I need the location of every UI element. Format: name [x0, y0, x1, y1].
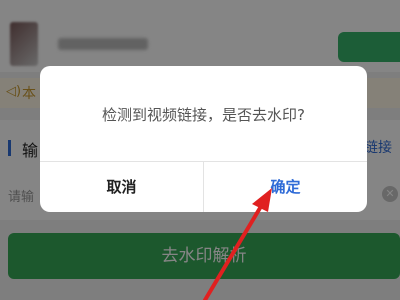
dialog-message: 检测到视频链接，是否去水印?	[102, 106, 305, 124]
confirm-button[interactable]: 确定	[204, 162, 367, 212]
confirm-dialog: 检测到视频链接，是否去水印? 取消 确定	[40, 66, 367, 212]
cancel-button[interactable]: 取消	[40, 162, 203, 212]
